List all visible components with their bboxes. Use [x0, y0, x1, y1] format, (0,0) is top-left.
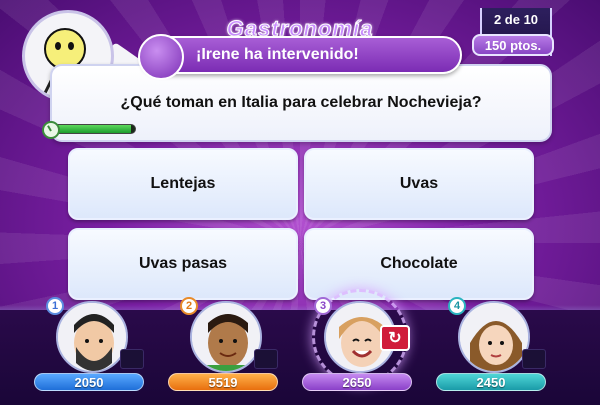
player-2: 2 5519	[168, 297, 278, 391]
player-3: 3 ↻ 2650	[302, 289, 412, 391]
player-avatar	[56, 301, 128, 373]
banner-text: ¡Irene ha intervenido!	[196, 46, 359, 63]
banner-orb-icon	[138, 34, 184, 80]
buzz-icon: ↻	[380, 325, 410, 351]
player-score: 2450	[436, 373, 546, 391]
question-text: ¿Qué toman en Italia para celebrar Noche…	[120, 94, 482, 111]
player-number-badge: 2	[180, 297, 198, 315]
player-score: 2650	[302, 373, 412, 391]
points-badge: 150 ptos.	[472, 34, 554, 56]
player-score: 2050	[34, 373, 144, 391]
answer-button-4[interactable]: Chocolate	[304, 228, 534, 300]
timer-bar	[50, 124, 136, 134]
timer-icon	[42, 121, 60, 139]
question-counter-text: 2 de 10	[493, 12, 539, 27]
answer-button-1[interactable]: Lentejas	[68, 148, 298, 220]
player-1: 1 2050	[34, 297, 144, 391]
player-item-slot	[254, 349, 278, 369]
answer-button-3[interactable]: Uvas pasas	[68, 228, 298, 300]
player-face-icon	[460, 303, 528, 371]
answer-button-2[interactable]: Uvas	[304, 148, 534, 220]
player-number-badge: 3	[314, 297, 332, 315]
intervention-banner: ¡Irene ha intervenido!	[138, 34, 462, 80]
player-face-icon	[192, 303, 260, 371]
player-avatar	[190, 301, 262, 373]
player-number-badge: 1	[46, 297, 64, 315]
player-score: 5519	[168, 373, 278, 391]
player-item-slot	[522, 349, 546, 369]
player-4: 4 2450	[436, 297, 546, 391]
player-number-badge: 4	[448, 297, 466, 315]
player-item-slot	[120, 349, 144, 369]
timer-fill	[51, 125, 131, 133]
player-face-icon	[58, 303, 126, 371]
player-avatar	[458, 301, 530, 373]
